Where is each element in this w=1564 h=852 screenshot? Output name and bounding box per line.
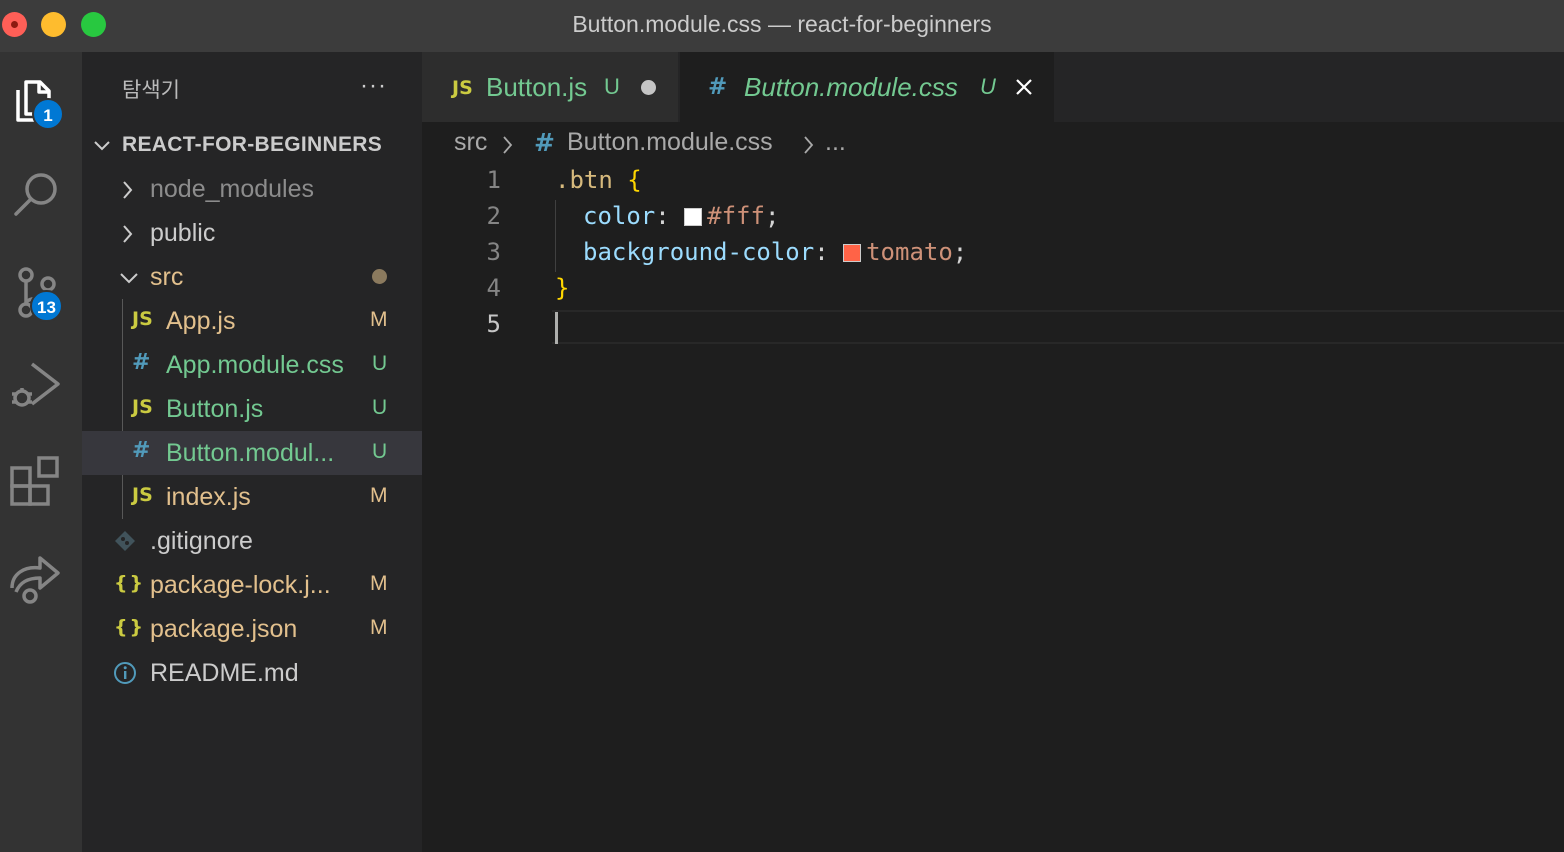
code-text: } xyxy=(555,274,570,302)
line-number: 3 xyxy=(486,238,501,266)
text-cursor xyxy=(555,312,558,344)
code-text: color: #fff; xyxy=(583,202,780,230)
tab-button-js[interactable]: JS Button.js U xyxy=(422,52,678,122)
css-file-icon: # xyxy=(132,438,151,463)
workspace-folder-header[interactable]: REACT-FOR-BEGINNERS xyxy=(82,130,422,162)
tree-item-index-js[interactable]: JS index.js M xyxy=(82,475,422,519)
chevron-right-icon xyxy=(503,136,513,154)
css-file-icon: # xyxy=(708,74,728,100)
chevron-down-icon xyxy=(94,141,110,151)
source-control-icon[interactable]: 13 xyxy=(8,262,68,322)
close-icon[interactable] xyxy=(1014,77,1034,97)
tree-item-label: App.module.css xyxy=(166,351,344,379)
line-number: 5 xyxy=(486,310,501,338)
tree-item-label: node_modules xyxy=(150,175,315,203)
tree-item-label: README.md xyxy=(150,659,299,687)
tree-item-app-js[interactable]: JS App.js M xyxy=(82,299,422,343)
line-number: 2 xyxy=(486,202,501,230)
code-line[interactable]: 1 .btn { xyxy=(422,162,1564,198)
tree-item-label: src xyxy=(150,263,184,291)
css-file-icon: # xyxy=(132,350,151,375)
git-status: M xyxy=(370,308,388,331)
code-text: background-color: tomato; xyxy=(583,238,968,266)
editor-tabs: JS Button.js U # Button.module.css U xyxy=(422,52,1564,122)
tree-item-label: .gitignore xyxy=(150,527,253,555)
tab-git-status: U xyxy=(604,74,620,99)
title-bar: Button.module.css — react-for-beginners xyxy=(0,0,1564,52)
tree-item-src[interactable]: src xyxy=(82,255,422,299)
js-file-icon: JS xyxy=(132,396,153,418)
json-file-icon: {} xyxy=(114,616,146,638)
color-swatch-icon xyxy=(684,208,703,226)
tree-item-label: index.js xyxy=(166,483,251,511)
chevron-down-icon xyxy=(120,273,138,284)
tree-item-label: package-lock.j... xyxy=(150,571,331,599)
chevron-right-icon xyxy=(804,136,814,154)
activity-bar: 1 13 xyxy=(0,52,82,852)
explorer-icon[interactable]: 1 xyxy=(8,70,68,130)
git-status: M xyxy=(370,616,388,639)
tab-git-status: U xyxy=(980,74,996,99)
explorer-badge: 1 xyxy=(32,98,64,130)
modified-dot-icon xyxy=(372,269,387,284)
git-file-icon xyxy=(115,531,135,551)
line-number: 1 xyxy=(486,166,501,194)
search-icon[interactable] xyxy=(8,164,68,224)
js-file-icon: JS xyxy=(132,308,153,330)
git-status: U xyxy=(372,396,388,419)
tree-item-label: App.js xyxy=(166,307,236,335)
explorer-sidebar: 탐색기 ··· REACT-FOR-BEGINNERS node_modules… xyxy=(82,52,422,852)
tree-item-label: Button.js xyxy=(166,395,264,423)
scm-badge: 13 xyxy=(30,290,63,322)
tree-item-app-module-css[interactable]: # App.module.css U xyxy=(82,343,422,387)
workspace-folder-name: REACT-FOR-BEGINNERS xyxy=(122,133,383,156)
breadcrumb-folder[interactable]: src xyxy=(454,128,487,157)
tab-label: Button.module.css xyxy=(744,72,958,102)
tree-item-node-modules[interactable]: node_modules xyxy=(82,167,422,211)
tree-item-label: package.json xyxy=(150,615,298,643)
code-text: .btn { xyxy=(555,166,642,194)
tree-item-package-json[interactable]: {} package.json M xyxy=(82,607,422,651)
breadcrumb-more[interactable]: ... xyxy=(825,128,846,157)
line-number: 4 xyxy=(486,274,501,302)
code-line[interactable]: 2 color: #fff; xyxy=(422,198,1564,234)
chevron-right-icon xyxy=(123,225,133,243)
tree-item-label: public xyxy=(150,219,216,247)
tree-item-readme-md[interactable]: README.md xyxy=(82,651,422,695)
explorer-title: 탐색기 xyxy=(122,79,180,102)
tree-item-gitignore[interactable]: .gitignore xyxy=(82,519,422,563)
js-file-icon: JS xyxy=(132,484,153,506)
tree-item-label: Button.modul... xyxy=(166,439,335,467)
remote-explorer-icon[interactable] xyxy=(8,550,68,610)
tab-label: Button.js xyxy=(486,72,588,102)
window-title: Button.module.css — react-for-beginners xyxy=(572,11,992,37)
js-file-icon: JS xyxy=(452,77,473,99)
tree-item-button-module-css[interactable]: # Button.modul... U xyxy=(82,431,422,475)
code-line[interactable]: 4 } xyxy=(422,270,1564,306)
tree-item-button-js[interactable]: JS Button.js U xyxy=(82,387,422,431)
css-file-icon: # xyxy=(534,128,555,157)
git-status: U xyxy=(372,352,388,375)
tree-item-public[interactable]: public xyxy=(82,211,422,255)
git-status: U xyxy=(372,440,388,463)
code-editor[interactable]: 1 .btn { 2 color: #fff; 3 background-col… xyxy=(422,162,1564,852)
color-swatch-icon xyxy=(843,244,862,262)
tab-button-module-css[interactable]: # Button.module.css U xyxy=(680,52,1054,122)
code-line[interactable]: 5 xyxy=(422,306,1564,342)
chevron-right-icon xyxy=(123,181,133,199)
git-status: M xyxy=(370,572,388,595)
more-actions-button[interactable]: ··· xyxy=(360,72,387,100)
breadcrumb-file[interactable]: Button.module.css xyxy=(567,128,773,157)
tree-item-package-lock-json[interactable]: {} package-lock.j... M xyxy=(82,563,422,607)
extensions-icon[interactable] xyxy=(8,452,68,512)
info-icon xyxy=(114,662,136,684)
unsaved-dot-icon[interactable] xyxy=(641,80,656,95)
json-file-icon: {} xyxy=(114,572,146,594)
code-line[interactable]: 3 background-color: tomato; xyxy=(422,234,1564,270)
run-debug-icon[interactable] xyxy=(8,354,68,414)
git-status: M xyxy=(370,484,388,507)
